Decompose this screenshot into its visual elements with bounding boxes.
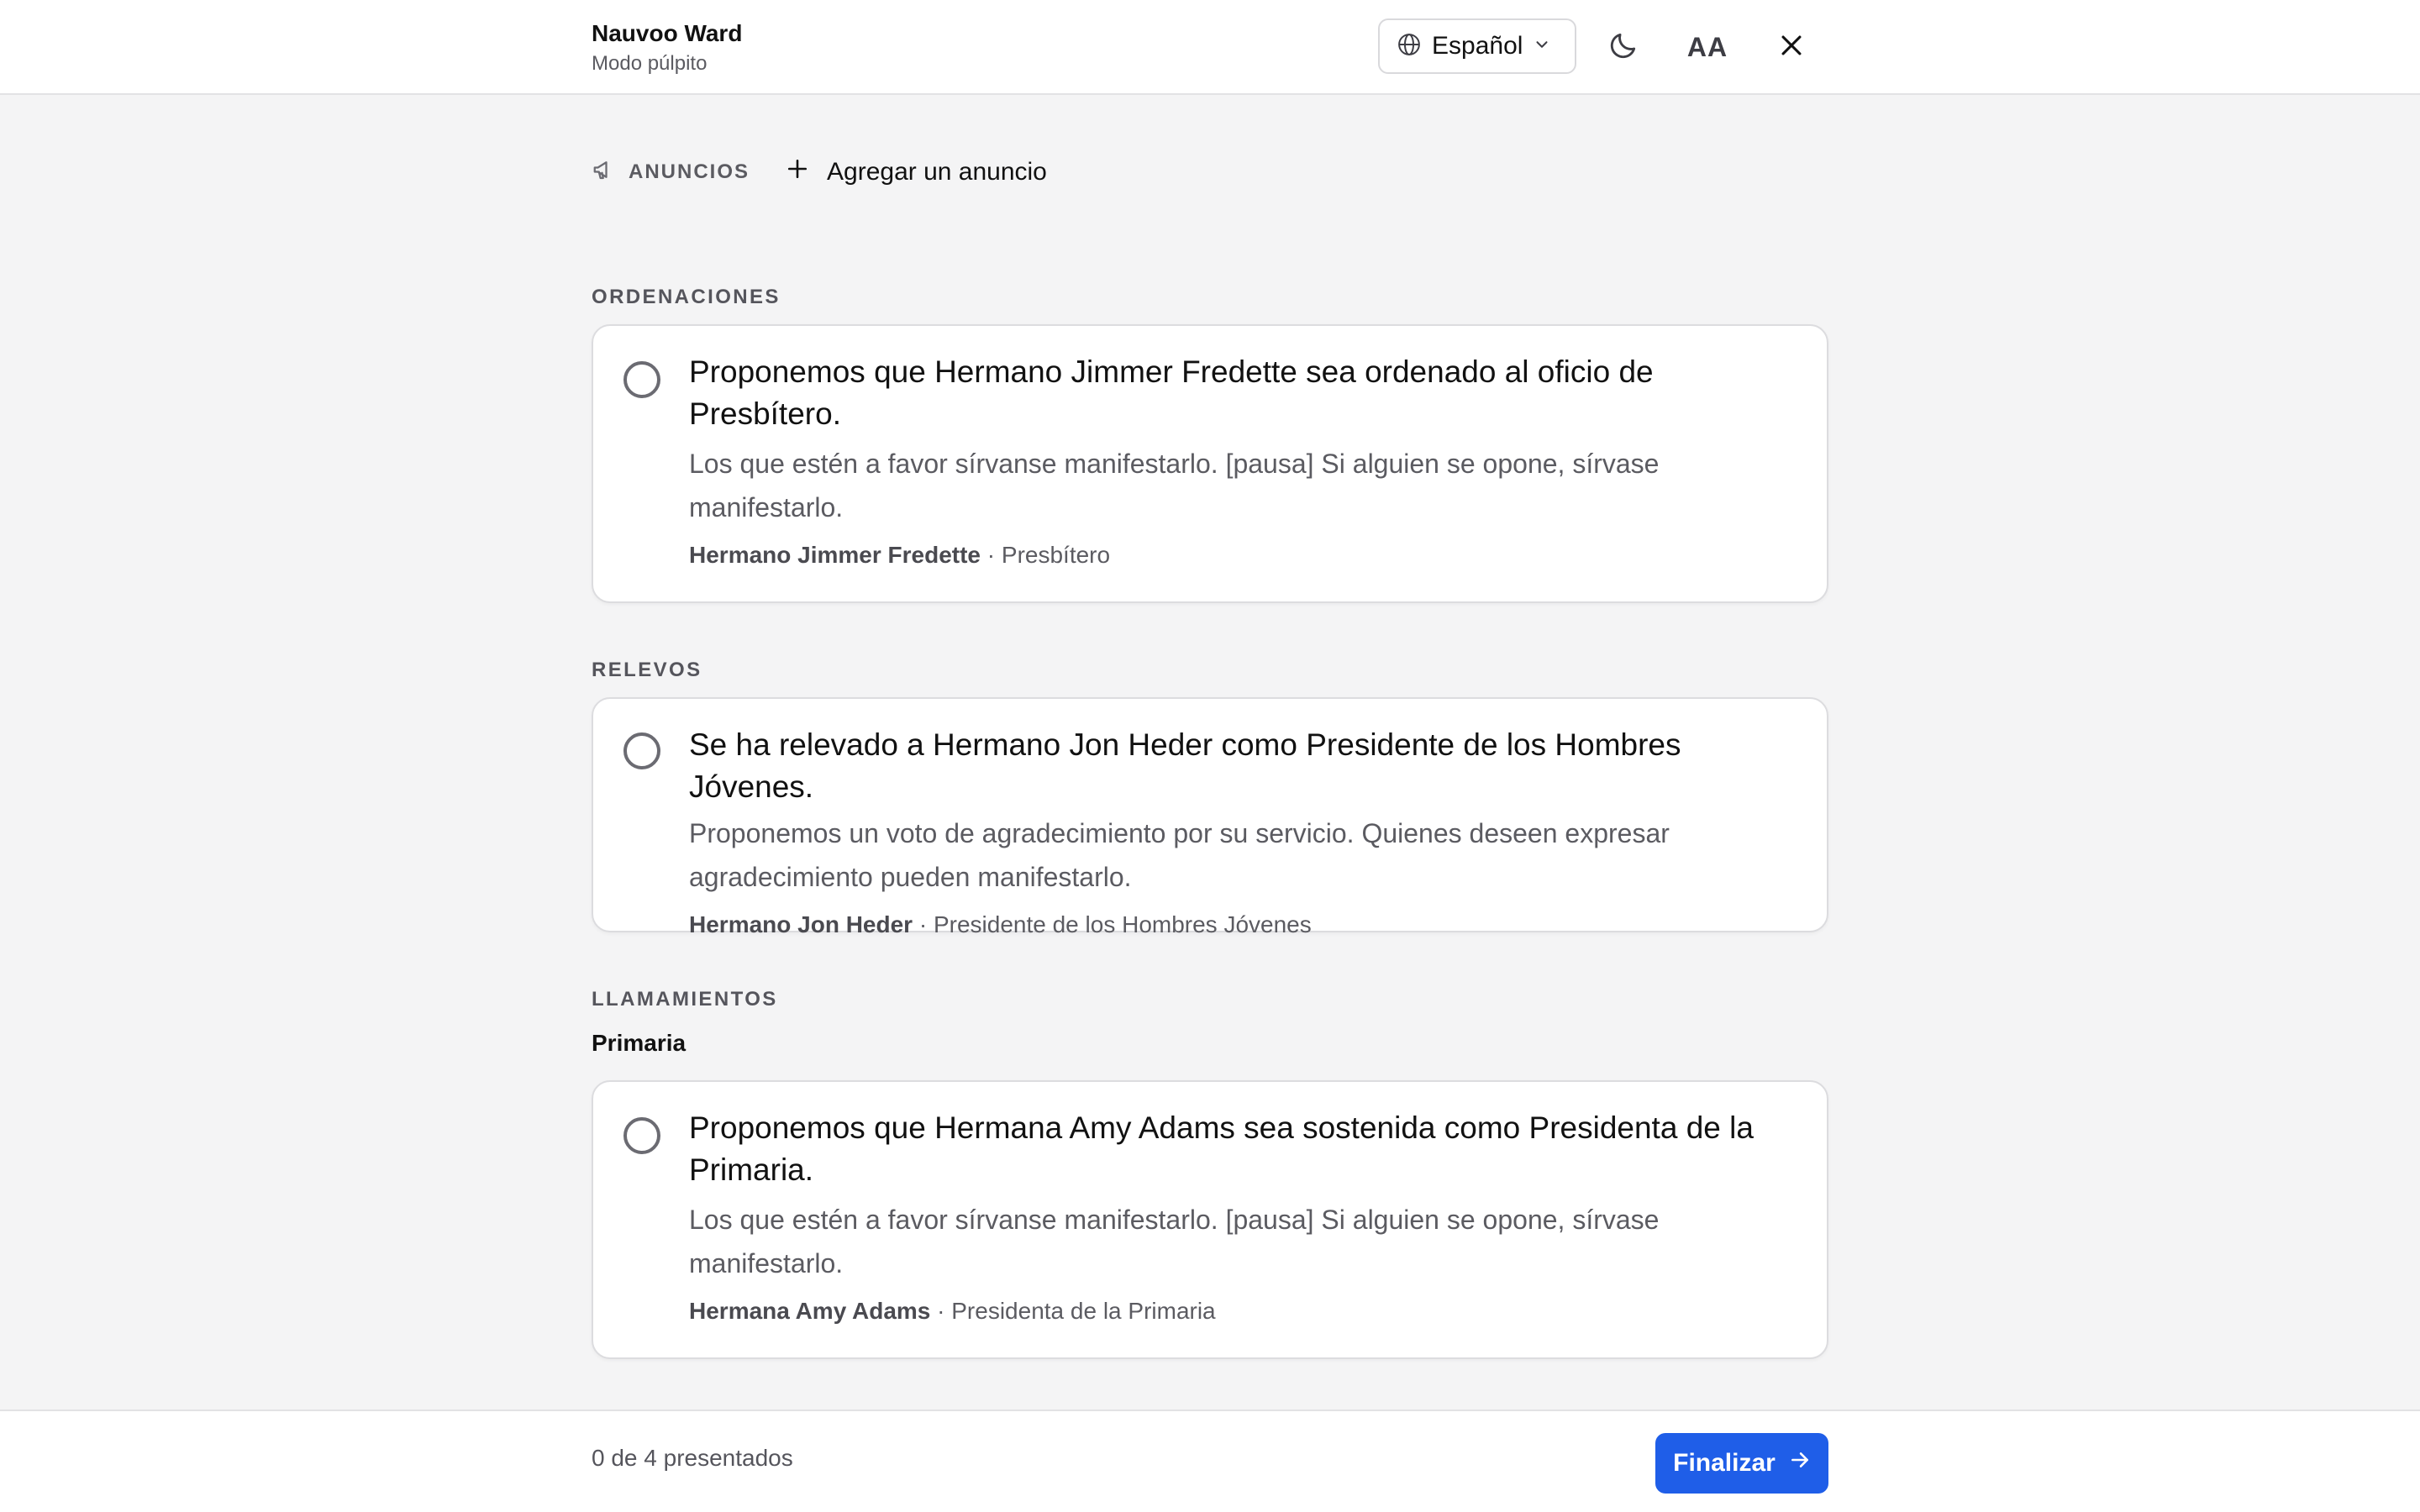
megaphone-icon bbox=[592, 157, 617, 188]
card-body: Proponemos que Hermana Amy Adams sea sos… bbox=[689, 1107, 1797, 1327]
title-block: Nauvoo Ward Modo púlpito bbox=[592, 18, 742, 77]
section-releases-label: RELEVOS bbox=[592, 659, 702, 681]
person-name: Hermano Jimmer Fredette bbox=[689, 542, 981, 568]
announcements-label: ANUNCIOS bbox=[592, 157, 750, 188]
language-label: Español bbox=[1432, 32, 1523, 60]
section-ordinations-label: ORDENACIONES bbox=[592, 286, 781, 308]
card-meta: Hermana Amy Adams · Presidenta de la Pri… bbox=[689, 1295, 1797, 1327]
top-bar: Nauvoo Ward Modo púlpito Español AA bbox=[0, 0, 2420, 95]
card-headline: Proponemos que Hermana Amy Adams sea sos… bbox=[689, 1110, 1754, 1187]
moon-icon bbox=[1607, 29, 1639, 66]
card-meta: Hermano Jimmer Fredette · Presbítero bbox=[689, 539, 1797, 571]
card-description: Los que estén a favor sírvanse manifesta… bbox=[689, 449, 1660, 522]
ward-name: Nauvoo Ward bbox=[592, 20, 743, 46]
card-description: Los que estén a favor sírvanse manifesta… bbox=[689, 1205, 1660, 1278]
globe-icon bbox=[1397, 32, 1422, 61]
calling-card[interactable]: Proponemos que Hermana Amy Adams sea sos… bbox=[592, 1080, 1828, 1359]
add-announcement-label: Agregar un anuncio bbox=[827, 158, 1047, 186]
progress-count: 0 de 4 presentados bbox=[592, 1445, 793, 1471]
card-description: Proponemos un voto de agradecimiento por… bbox=[689, 818, 1670, 892]
card-body: Proponemos que Hermano Jimmer Fredette s… bbox=[689, 351, 1797, 571]
person-role: · Presidente de los Hombres Jóvenes bbox=[918, 911, 1312, 937]
language-selector[interactable]: Español bbox=[1378, 18, 1576, 74]
finish-button[interactable]: Finalizar bbox=[1655, 1433, 1828, 1494]
plus-icon bbox=[786, 158, 808, 186]
calling-group-primaria: Primaria bbox=[592, 1030, 687, 1056]
finish-label: Finalizar bbox=[1673, 1449, 1776, 1477]
presented-radio[interactable] bbox=[623, 1117, 660, 1154]
announcements-row: ANUNCIOS Agregar un anuncio bbox=[592, 151, 1047, 193]
person-role: · Presidenta de la Primaria bbox=[937, 1298, 1216, 1324]
text-size-button[interactable]: AA bbox=[1682, 22, 1733, 72]
close-button[interactable] bbox=[1766, 22, 1817, 72]
section-callings-label: LLAMAMIENTOS bbox=[592, 988, 778, 1011]
person-role: · Presbítero bbox=[986, 542, 1111, 568]
presented-radio[interactable] bbox=[623, 732, 660, 769]
announcements-title: ANUNCIOS bbox=[629, 160, 750, 183]
release-card[interactable]: Se ha relevado a Hermano Jon Heder como … bbox=[592, 697, 1828, 937]
ordination-card[interactable]: Proponemos que Hermano Jimmer Fredette s… bbox=[592, 324, 1828, 603]
card-meta: Hermano Jon Heder · Presidente de los Ho… bbox=[689, 909, 1797, 941]
card-body: Se ha relevado a Hermano Jon Heder como … bbox=[689, 724, 1797, 941]
text-size-icon: AA bbox=[1686, 31, 1728, 62]
chevron-down-icon bbox=[1533, 35, 1551, 58]
card-headline: Se ha relevado a Hermano Jon Heder como … bbox=[689, 727, 1681, 804]
person-name: Hermana Amy Adams bbox=[689, 1298, 931, 1324]
dark-mode-toggle[interactable] bbox=[1598, 22, 1649, 72]
add-announcement-button[interactable]: Agregar un anuncio bbox=[786, 158, 1047, 186]
presented-radio[interactable] bbox=[623, 361, 660, 398]
mode-label: Modo púlpito bbox=[592, 52, 708, 75]
close-icon bbox=[1777, 31, 1806, 64]
person-name: Hermano Jon Heder bbox=[689, 911, 913, 937]
card-headline: Proponemos que Hermano Jimmer Fredette s… bbox=[689, 354, 1654, 431]
bottom-bar: 0 de 4 presentados Finalizar bbox=[0, 1410, 2420, 1512]
arrow-right-icon bbox=[1789, 1449, 1811, 1478]
